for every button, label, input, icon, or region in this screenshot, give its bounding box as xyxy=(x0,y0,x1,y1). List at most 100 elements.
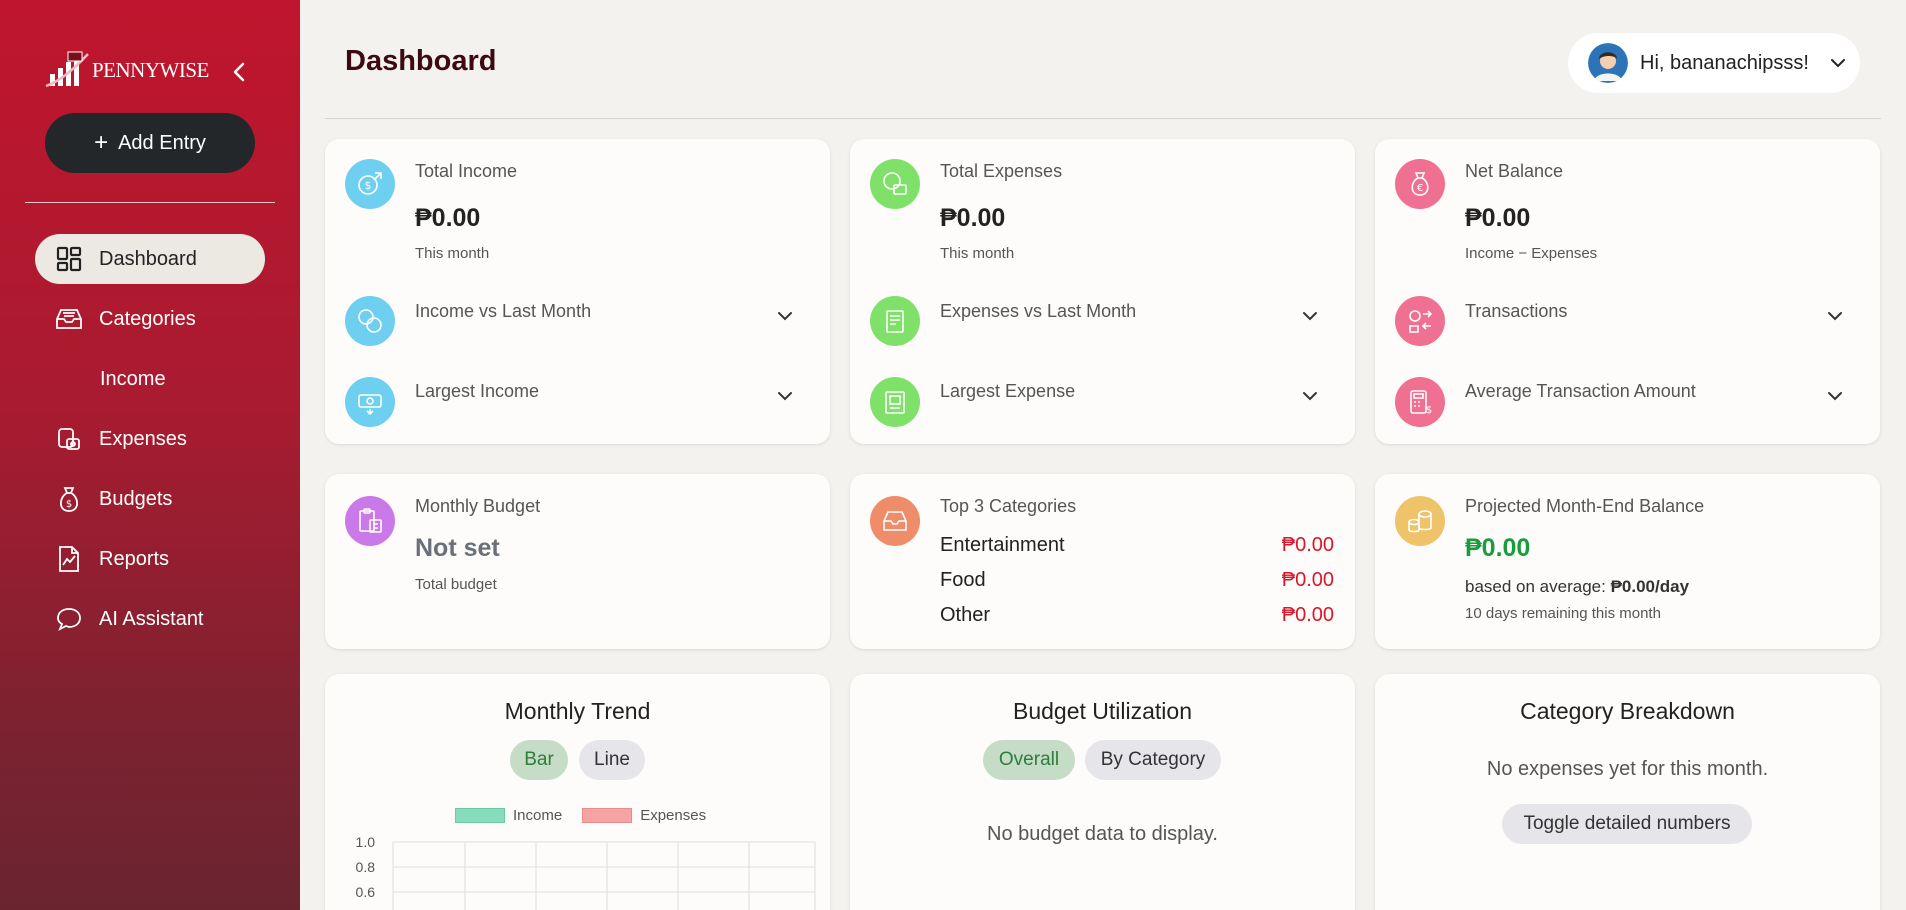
income-coin-icon: $ xyxy=(345,159,395,209)
monthly-budget-card: Monthly Budget Not set Total budget xyxy=(325,474,830,649)
card-value: ₱0.00 xyxy=(940,204,1006,232)
svg-text:$: $ xyxy=(66,499,72,510)
coins-compare-icon xyxy=(345,296,395,346)
clipboard-calculator-icon xyxy=(345,496,395,546)
plus-icon: + xyxy=(94,129,109,156)
category-breakdown-card: Category Breakdown No expenses yet for t… xyxy=(1375,674,1880,910)
money-bag-icon: $ xyxy=(55,485,83,513)
chart-title: Category Breakdown xyxy=(1520,698,1735,724)
sidebar-item-ai-assistant[interactable]: AI Assistant xyxy=(35,594,265,644)
logo[interactable]: PENNYWISE xyxy=(44,50,209,90)
user-greeting: Hi, bananachipsss! xyxy=(1640,51,1809,74)
category-name: Entertainment xyxy=(940,534,1065,556)
by-category-toggle-button[interactable]: By Category xyxy=(1085,740,1221,780)
sidebar-item-label: Expenses xyxy=(99,427,187,450)
projected-value: ₱0.00 xyxy=(1465,534,1531,562)
page-title: Dashboard xyxy=(345,45,497,77)
header-divider xyxy=(325,118,1881,119)
sidebar-nav: Dashboard Categories Income Expenses $ B… xyxy=(35,234,265,654)
detail-row-label: Largest Income xyxy=(415,381,540,401)
card-label: Top 3 Categories xyxy=(940,496,1077,516)
wallet-icon xyxy=(55,425,83,453)
sidebar-item-label: Budgets xyxy=(99,487,173,510)
collapse-sidebar-icon[interactable] xyxy=(228,60,252,84)
projected-balance-card: Projected Month-End Balance ₱0.00 based … xyxy=(1375,474,1880,649)
svg-text:€: € xyxy=(1417,183,1423,194)
card-value: ₱0.00 xyxy=(415,204,481,232)
category-row: Entertainment ₱0.00 xyxy=(940,534,1334,557)
sidebar-divider xyxy=(25,202,275,203)
chevron-down-icon[interactable] xyxy=(1300,386,1320,406)
chart-legend: Income Expenses xyxy=(455,807,706,824)
chevron-down-icon[interactable] xyxy=(1825,386,1845,406)
line-toggle-button[interactable]: Line xyxy=(579,740,645,780)
add-entry-label: Add Entry xyxy=(118,131,206,154)
total-income-card: $ Total Income ₱0.00 This month Income v… xyxy=(325,139,830,444)
detail-row-label: Expenses vs Last Month xyxy=(940,301,1137,321)
empty-message: No budget data to display. xyxy=(987,823,1218,845)
card-sub: This month xyxy=(940,245,1015,262)
top-categories-card: Top 3 Categories Entertainment ₱0.00 Foo… xyxy=(850,474,1355,649)
euro-bag-icon: € xyxy=(1395,159,1445,209)
detail-row-label: Average Transaction Amount xyxy=(1465,381,1696,401)
avatar xyxy=(1588,43,1628,83)
sidebar: PENNYWISE + Add Entry Dashboard Categori… xyxy=(0,0,300,910)
card-label: Total Expenses xyxy=(940,161,1063,181)
inbox-tray-icon xyxy=(870,496,920,546)
total-expenses-card: Total Expenses ₱0.00 This month Expenses… xyxy=(850,139,1355,444)
y-tick-label: 0.8 xyxy=(356,859,376,875)
overall-toggle-button[interactable]: Overall xyxy=(983,740,1075,780)
card-label: Net Balance xyxy=(1465,161,1564,181)
net-balance-card: € Net Balance ₱0.00 Income − Expenses Tr… xyxy=(1375,139,1880,444)
expense-coins-icon xyxy=(870,159,920,209)
coin-stack-icon xyxy=(1395,496,1445,546)
report-chart-icon xyxy=(55,545,83,573)
legend-label: Expenses xyxy=(640,807,707,824)
legend-swatch-expenses xyxy=(582,808,633,823)
sidebar-item-dashboard[interactable]: Dashboard xyxy=(35,234,265,284)
card-label: Total Income xyxy=(415,161,518,181)
add-entry-button[interactable]: + Add Entry xyxy=(45,113,255,173)
cash-icon xyxy=(345,377,395,427)
sidebar-item-label: AI Assistant xyxy=(99,607,204,630)
card-sub: Total budget xyxy=(415,576,497,593)
bill-icon xyxy=(870,377,920,427)
sidebar-item-label: Dashboard xyxy=(99,247,197,270)
category-name: Food xyxy=(940,569,986,591)
sidebar-item-label: Reports xyxy=(99,547,170,570)
card-value: ₱0.00 xyxy=(1465,204,1531,232)
card-sub: This month xyxy=(415,245,490,262)
sidebar-item-budgets[interactable]: $ Budgets xyxy=(35,474,265,524)
monthly-trend-card: Monthly Trend Bar Line Income Expenses 1… xyxy=(325,674,830,910)
logo-text: PENNYWISE xyxy=(92,57,209,82)
sidebar-item-label: Categories xyxy=(99,307,196,330)
card-label: Monthly Budget xyxy=(415,496,541,516)
toggle-detailed-numbers-button[interactable]: Toggle detailed numbers xyxy=(1502,804,1752,844)
sidebar-item-income[interactable]: Income xyxy=(35,354,265,404)
average-value: ₱0.00/day xyxy=(1610,577,1690,596)
receipt-icon xyxy=(870,296,920,346)
category-row: Other ₱0.00 xyxy=(940,604,1334,627)
chevron-down-icon[interactable] xyxy=(1300,306,1320,326)
logo-mark-icon xyxy=(45,51,89,88)
sidebar-item-reports[interactable]: Reports xyxy=(35,534,265,584)
user-menu[interactable]: Hi, bananachipsss! xyxy=(1568,33,1860,93)
sidebar-item-categories[interactable]: Categories xyxy=(35,294,265,344)
budget-utilization-card: Budget Utilization Overall By Category N… xyxy=(850,674,1355,910)
transactions-icon xyxy=(1395,296,1445,346)
svg-text:$: $ xyxy=(1426,405,1432,416)
sidebar-item-label: Income xyxy=(100,367,166,390)
inbox-tray-icon xyxy=(55,305,83,333)
sidebar-item-expenses[interactable]: Expenses xyxy=(35,414,265,464)
chevron-down-icon[interactable] xyxy=(775,306,795,326)
legend-swatch-income xyxy=(455,808,505,823)
average-line: based on average: ₱0.00/day xyxy=(1465,577,1689,597)
chevron-down-icon[interactable] xyxy=(775,386,795,406)
chevron-down-icon[interactable] xyxy=(1825,306,1845,326)
empty-message: No expenses yet for this month. xyxy=(1486,758,1769,780)
category-row: Food ₱0.00 xyxy=(940,569,1334,592)
svg-text:$: $ xyxy=(365,179,372,192)
trend-chart-area: 1.0 0.8 0.6 xyxy=(356,834,816,910)
chevron-down-icon xyxy=(1830,59,1845,68)
bar-toggle-button[interactable]: Bar xyxy=(510,740,568,780)
